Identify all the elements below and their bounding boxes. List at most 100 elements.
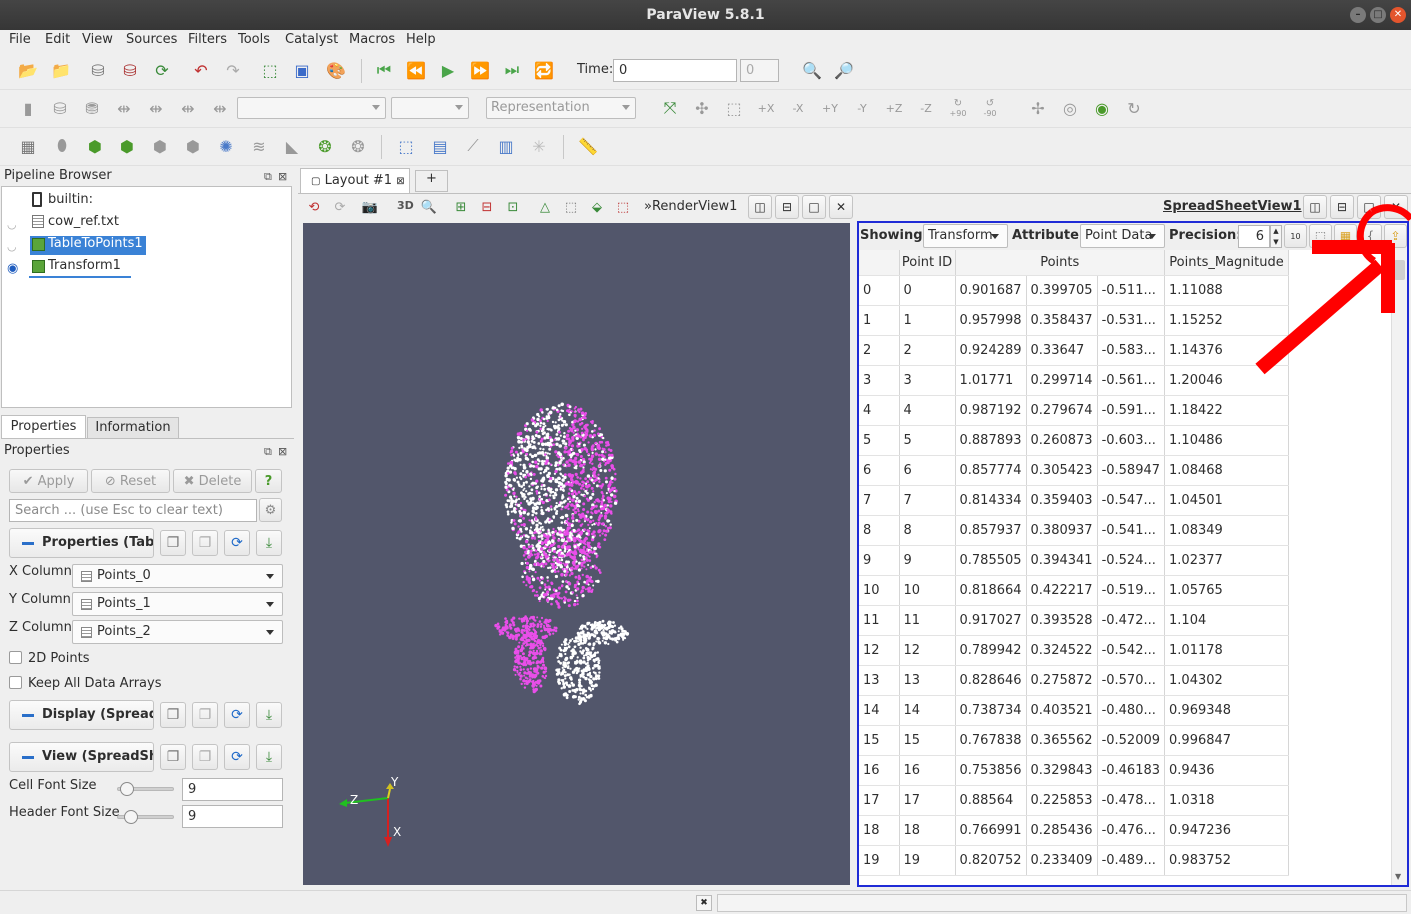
table-cell[interactable]: 0.738734 [955, 695, 1027, 726]
table-cell[interactable]: 4 [899, 395, 956, 426]
table-cell[interactable]: -0.478... [1097, 785, 1166, 816]
cell-font-slider-handle[interactable] [120, 782, 134, 796]
close-panel-icon[interactable]: ⊠ [278, 445, 287, 458]
table-cell[interactable]: 0.88564 [955, 785, 1027, 816]
attribute-select[interactable]: Point Data [1080, 224, 1165, 248]
scroll-down-icon[interactable]: ▼ [1395, 872, 1401, 881]
menu-help[interactable]: Help [406, 32, 436, 47]
table-cell[interactable]: 0.33647 [1026, 335, 1098, 366]
warp-icon[interactable]: ◣ [281, 135, 303, 157]
table-row[interactable]: 7 7 0.814334 0.359403 -0.547... 1.04501 [859, 485, 1290, 516]
refresh-icon[interactable]: ⟳ [224, 702, 250, 728]
play-icon[interactable]: ▶ [437, 59, 459, 81]
glyph-icon[interactable]: ✺ [215, 135, 237, 157]
table-cell[interactable]: 0.380937 [1026, 515, 1098, 546]
rescale-data-icon[interactable]: ⇹ [209, 97, 231, 119]
table-row[interactable]: 19 19 0.820752 0.233409 -0.489... 0.983752 [859, 845, 1290, 876]
table-cell[interactable]: 0.359403 [1026, 485, 1098, 516]
table-cell[interactable]: 0.818664 [955, 575, 1027, 606]
split-horizontal-icon[interactable]: ◫ [748, 195, 772, 219]
first-frame-icon[interactable]: ⏮ [373, 59, 395, 81]
section-display-header[interactable]: Display (SpreadSheetRepresentation) [9, 700, 154, 730]
rotation-center-icon[interactable]: ↻ [1123, 97, 1145, 119]
reset-camera-icon[interactable]: ⤧ [659, 97, 681, 119]
minimize-icon[interactable]: – [1350, 7, 1366, 23]
table-cell[interactable]: 0.329843 [1026, 755, 1098, 786]
table-cell[interactable]: 0.233409 [1026, 845, 1098, 876]
custom-range-icon[interactable]: ⛃ [81, 97, 103, 119]
view-plus-y-icon[interactable]: +Y [819, 97, 841, 119]
column-header[interactable]: Point ID [899, 250, 956, 276]
help-button[interactable]: ? [255, 469, 282, 493]
copy-icon[interactable]: ❐ [160, 702, 186, 728]
table-cell[interactable]: 1.08468 [1164, 455, 1290, 486]
table-cell[interactable]: 0.969348 [1164, 695, 1290, 726]
table-cell[interactable]: 15 [899, 725, 956, 756]
table-cell[interactable]: 1.01771 [955, 365, 1027, 396]
row-number-cell[interactable]: 9 [859, 545, 900, 576]
table-cell[interactable]: 1.10486 [1164, 425, 1290, 456]
pipeline-item-builtin[interactable]: builtin: [48, 192, 93, 207]
table-cell[interactable]: -0.591... [1097, 395, 1166, 426]
table-cell[interactable]: 0.887893 [955, 425, 1027, 456]
table-cell[interactable]: 13 [899, 665, 956, 696]
table-row[interactable]: 18 18 0.766991 0.285436 -0.476... 0.947236 [859, 815, 1290, 846]
table-cell[interactable]: 0.828646 [955, 665, 1027, 696]
render-view-canvas[interactable]: Y Z X [303, 223, 850, 885]
table-cell[interactable]: 0.983752 [1164, 845, 1290, 876]
table-cell[interactable]: -0.531... [1097, 305, 1166, 336]
view-minus-z-icon[interactable]: -Z [915, 97, 937, 119]
table-cell[interactable]: -0.583... [1097, 335, 1166, 366]
row-number-cell[interactable]: 18 [859, 815, 900, 846]
zoom-closest-icon[interactable]: ⬚ [723, 97, 745, 119]
select-block-icon[interactable]: ⊡ [502, 196, 524, 218]
interaction-mode-icon[interactable]: 🔍 [418, 196, 440, 218]
table-cell[interactable]: 8 [899, 515, 956, 546]
row-number-cell[interactable]: 2 [859, 335, 900, 366]
tab-information[interactable]: Information [87, 417, 179, 439]
showing-select[interactable]: Transform [923, 224, 1008, 248]
representation-combo[interactable]: Representation [486, 97, 636, 119]
table-cell[interactable]: 1.0318 [1164, 785, 1290, 816]
next-frame-icon[interactable]: ⏩ [469, 59, 491, 81]
interactive-select-icon[interactable]: ⬙ [586, 196, 608, 218]
component-combo[interactable] [391, 97, 469, 119]
table-cell[interactable]: -0.603... [1097, 425, 1166, 456]
menu-filters[interactable]: Filters [188, 32, 227, 47]
extract-subset-icon[interactable]: ⬢ [182, 135, 204, 157]
table-cell[interactable]: 0.901687 [955, 275, 1027, 306]
refresh-icon[interactable]: ⟳ [224, 530, 250, 556]
table-cell[interactable]: 0.785505 [955, 545, 1027, 576]
x-column-select[interactable]: Points_0 [72, 564, 283, 588]
threshold-icon[interactable]: ⬢ [149, 135, 171, 157]
table-cell[interactable]: 1.04501 [1164, 485, 1290, 516]
table-row[interactable]: 14 14 0.738734 0.403521 -0.480... 0.969348 [859, 695, 1290, 726]
table-cell[interactable]: 7 [899, 485, 956, 516]
connect-icon[interactable]: ⛁ [87, 59, 109, 81]
table-row[interactable]: 12 12 0.789942 0.324522 -0.542... 1.01178 [859, 635, 1290, 666]
table-cell[interactable]: 16 [899, 755, 956, 786]
table-cell[interactable]: 1.01178 [1164, 635, 1290, 666]
table-cell[interactable]: 11 [899, 605, 956, 636]
section-properties-header[interactable]: Properties (TableToPoints1) [9, 528, 154, 558]
previous-frame-icon[interactable]: ⏪ [405, 59, 427, 81]
table-cell[interactable]: -0.542... [1097, 635, 1166, 666]
row-number-cell[interactable]: 19 [859, 845, 900, 876]
table-cell[interactable]: 0.9436 [1164, 755, 1290, 786]
eye-closed-icon[interactable]: ◡ [7, 240, 17, 253]
zoom-to-data-icon[interactable]: 🔍 [801, 59, 823, 81]
rotate-plus-90-icon[interactable]: ↻ +90 [947, 97, 969, 119]
cell-font-input[interactable]: 9 [182, 778, 283, 801]
table-cell[interactable]: 0.225853 [1026, 785, 1098, 816]
table-row[interactable]: 3 3 1.01771 0.299714 -0.561... 1.20046 [859, 365, 1290, 396]
row-number-cell[interactable]: 1 [859, 305, 900, 336]
reset-closest-icon[interactable]: ✣ [691, 97, 713, 119]
rescale-temporal-icon[interactable]: ⇹ [145, 97, 167, 119]
select-points-icon[interactable]: ⊟ [476, 196, 498, 218]
table-row[interactable]: 1 1 0.957998 0.358437 -0.531... 1.15252 [859, 305, 1290, 336]
column-header[interactable]: Points [955, 250, 1166, 276]
row-number-cell[interactable]: 8 [859, 515, 900, 546]
table-cell[interactable]: 10 [899, 575, 956, 606]
rescale-custom-icon[interactable]: ⇹ [177, 97, 199, 119]
table-cell[interactable]: 9 [899, 545, 956, 576]
